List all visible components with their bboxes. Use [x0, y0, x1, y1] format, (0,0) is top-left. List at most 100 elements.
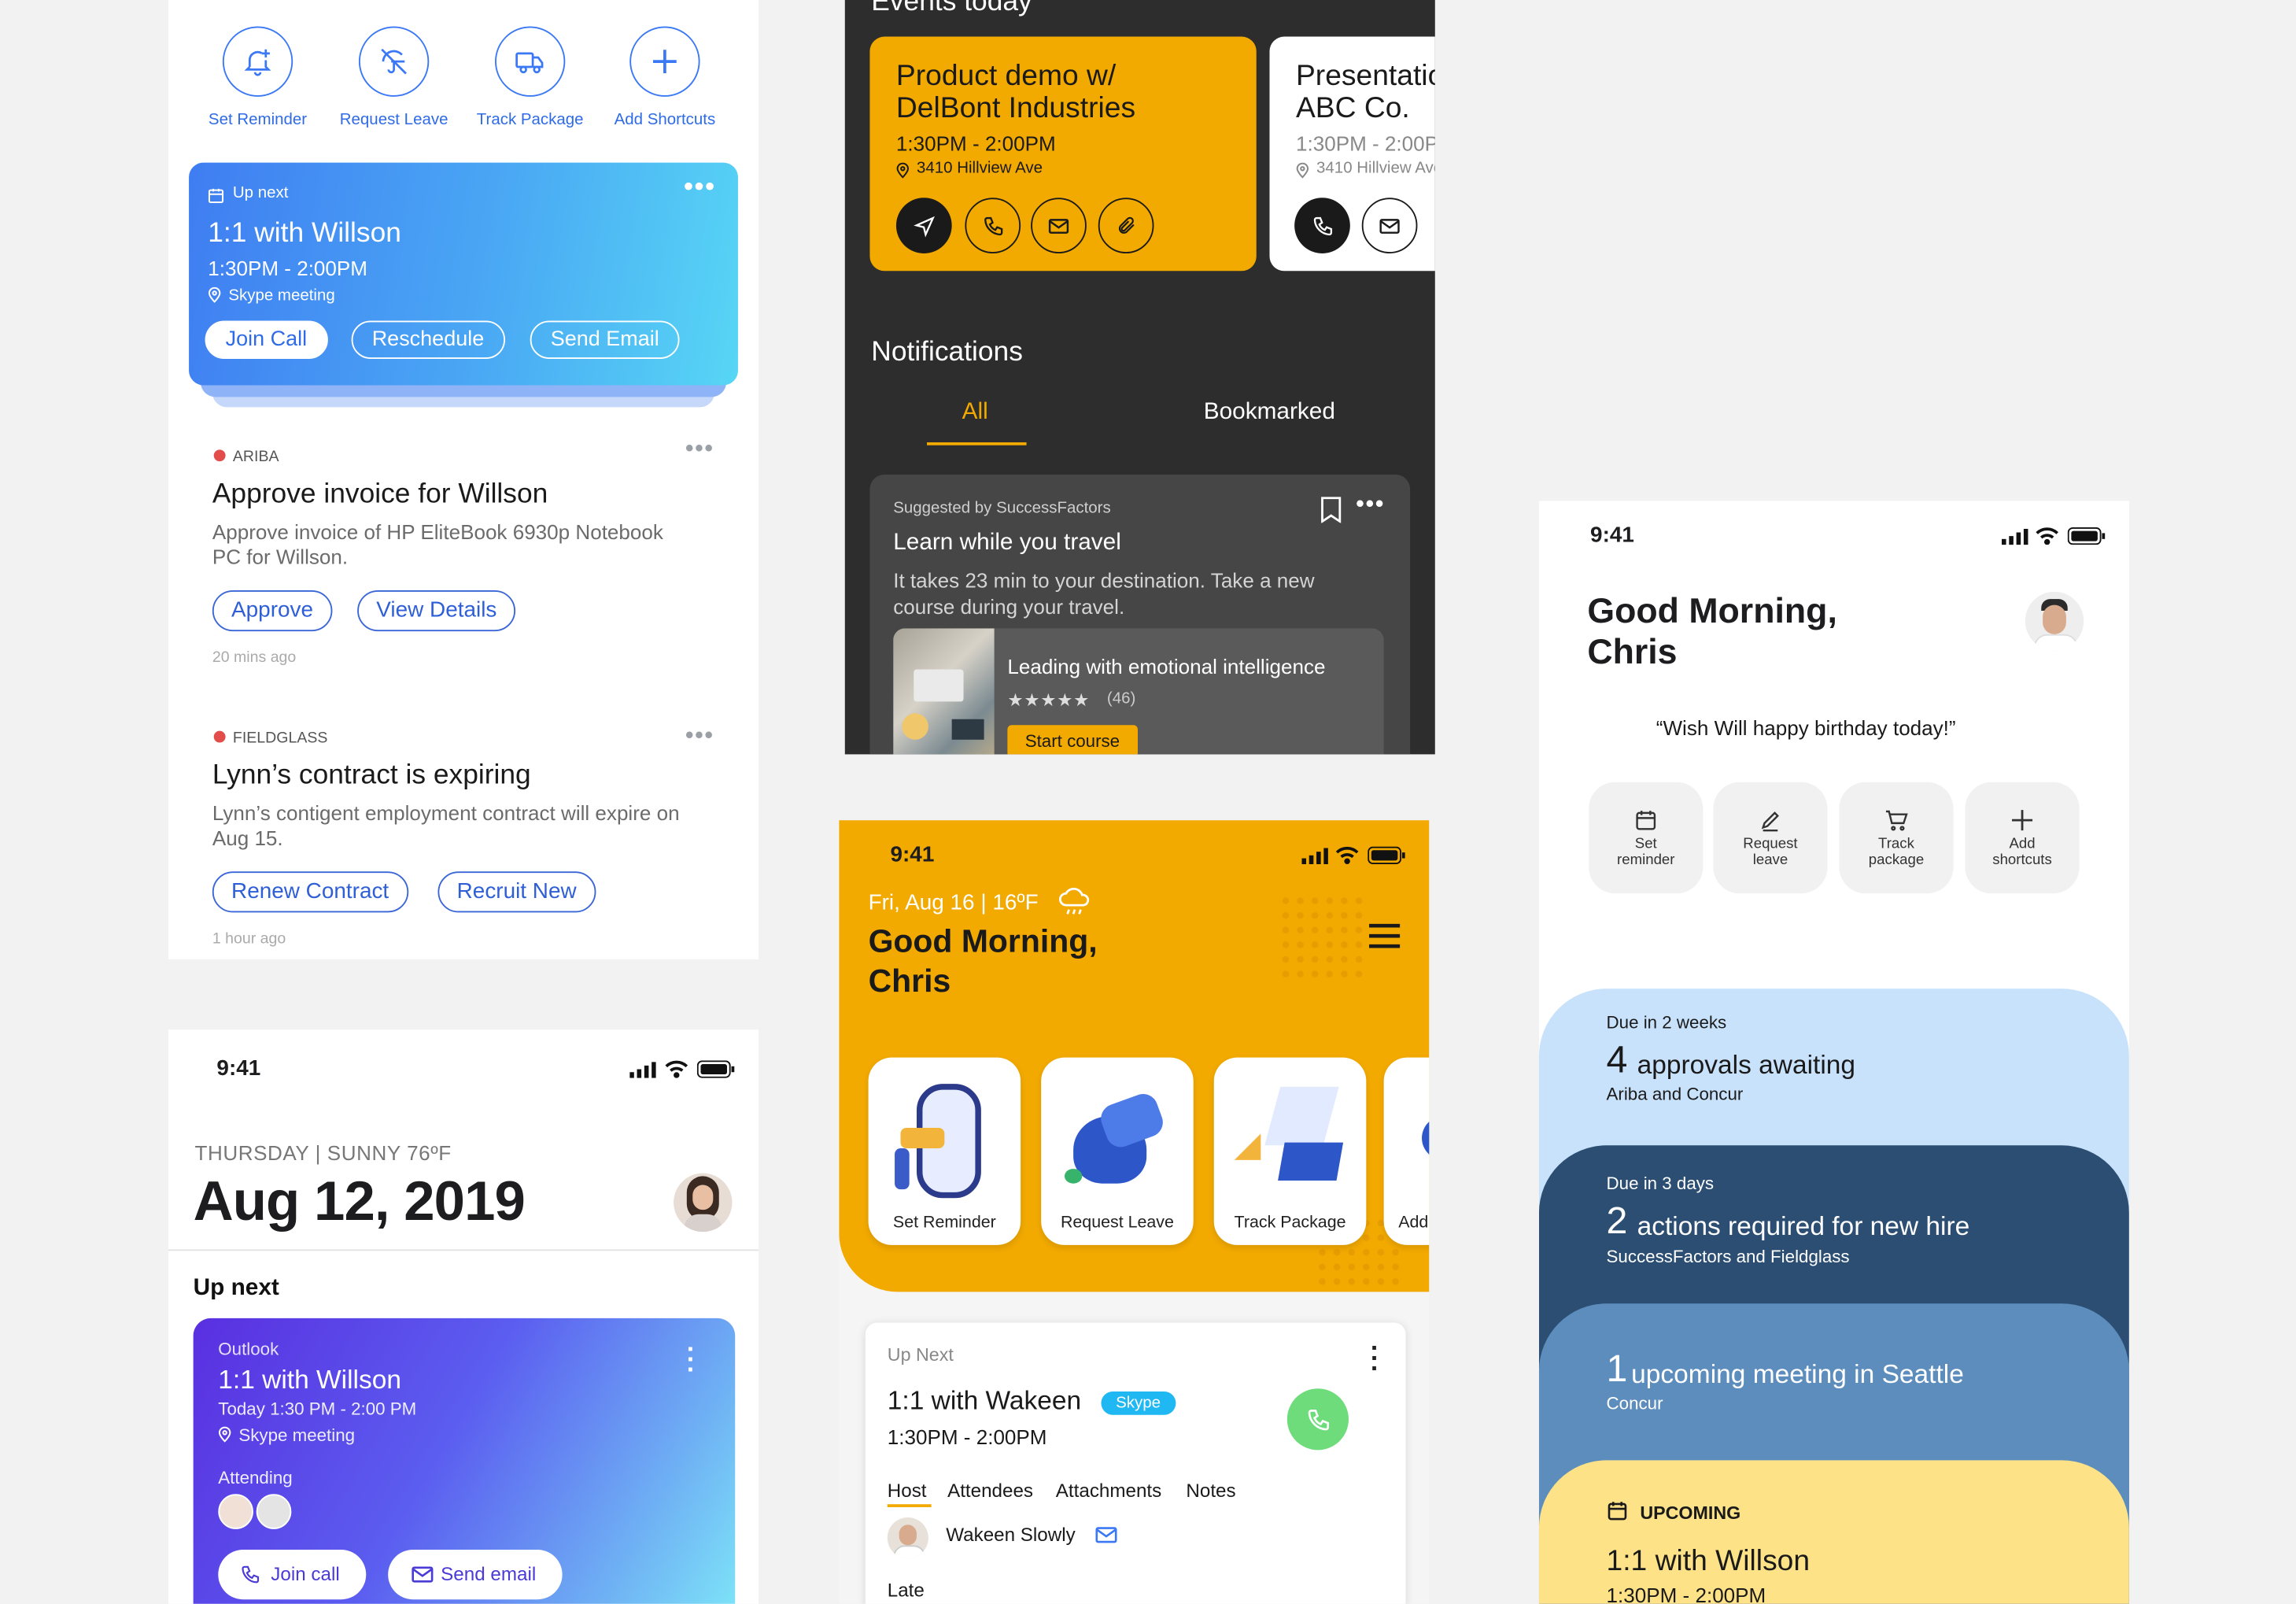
up-next-card[interactable]: Up next ••• 1:1 with Willson 1:30PM - 2:… — [189, 162, 738, 386]
calendar-icon — [208, 188, 224, 203]
active-tab-indicator — [887, 1504, 932, 1507]
course-title: Leading with emotional intelligence — [1007, 654, 1326, 678]
layer-sub: Ariba and Concur — [1606, 1084, 1744, 1105]
card-title: 1:1 with Wakeen — [887, 1385, 1082, 1415]
tab-attachments[interactable]: Attachments — [1056, 1480, 1161, 1502]
layer-count: 2 — [1606, 1198, 1628, 1243]
request-leave-action[interactable]: Request leave — [1713, 782, 1828, 894]
wifi-icon — [2036, 527, 2059, 545]
tab-notes[interactable]: Notes — [1186, 1480, 1235, 1502]
layer-text: upcoming meeting in Seattle — [1631, 1359, 1964, 1389]
attachment-button[interactable] — [1098, 198, 1154, 253]
set-reminder-action[interactable]: Set Reminder — [184, 26, 330, 129]
more-options-icon[interactable]: ••• — [684, 172, 716, 202]
cart-icon — [1885, 810, 1908, 831]
status-time: 9:41 — [216, 1055, 261, 1081]
panel-yellow-home: 9:41 Fri, Aug 16 | 16ºF Good Morning, Ch… — [839, 820, 1430, 1604]
set-reminder-action[interactable]: Set reminder — [1589, 782, 1704, 894]
source-dot — [213, 449, 226, 462]
more-options-icon[interactable]: ••• — [685, 437, 714, 463]
task-source: FIELDGLASS — [232, 729, 328, 748]
request-leave-shortcut[interactable]: Request Leave — [1041, 1057, 1194, 1245]
up-next-card[interactable]: Up Next · · · 1:1 with Wakeen Skype 1:30PM… — [865, 1322, 1406, 1604]
more-options-icon[interactable]: ••• — [685, 723, 714, 749]
action-label-line1: Request — [1743, 836, 1798, 853]
reschedule-button[interactable]: Reschedule — [351, 320, 505, 359]
umbrella-off-icon — [381, 48, 407, 75]
event-card[interactable]: Presentation ABC Co. 1:30PM - 2:00PM 341… — [1269, 36, 1435, 272]
hamburger-menu-icon[interactable] — [1368, 922, 1401, 948]
send-email-button[interactable]: Send email — [388, 1549, 563, 1600]
pencil-icon — [1761, 811, 1779, 832]
recruit-new-button[interactable]: Recruit New — [437, 871, 596, 913]
status-time: 9:41 — [890, 842, 935, 867]
add-shortcut[interactable]: Add — [1383, 1057, 1430, 1245]
location-pin-icon — [896, 162, 910, 179]
set-reminder-shortcut[interactable]: Set Reminder — [868, 1057, 1021, 1245]
more-options-icon[interactable]: ••• — [1356, 492, 1385, 518]
call-button[interactable] — [965, 198, 1021, 253]
source-dot — [213, 730, 226, 743]
task-timestamp: 20 mins ago — [212, 649, 297, 667]
phone-icon — [1307, 1409, 1329, 1430]
join-call-button[interactable]: Join call — [218, 1549, 367, 1600]
plus-icon — [2012, 810, 2033, 831]
date-heading: Aug 12, 2019 — [193, 1171, 526, 1233]
join-call-button[interactable]: Join Call — [205, 320, 328, 359]
layer-eyebrow: Due in 3 days — [1606, 1173, 1715, 1194]
phone-icon — [1312, 216, 1332, 235]
navigate-button[interactable] — [895, 198, 952, 253]
outlook-meeting-card[interactable]: Outlook · · · 1:1 with Willson Today 1:30 … — [193, 1318, 736, 1604]
greeting-line1: Good Morning, — [1587, 591, 1837, 632]
bookmark-icon[interactable] — [1321, 497, 1342, 523]
card-location: Skype meeting — [238, 1425, 356, 1446]
view-details-button[interactable]: View Details — [357, 589, 516, 632]
avatar[interactable] — [674, 1173, 733, 1233]
avatar[interactable] — [2025, 591, 2084, 651]
upcoming-layer[interactable]: UPCOMING 1:1 with Willson 1:30PM - 2:00P… — [1538, 1460, 2129, 1604]
suggestion-source: Suggested by SuccessFactors — [893, 499, 1111, 517]
course-item[interactable]: Leading with emotional intelligence ★★★★… — [893, 628, 1384, 755]
task-timestamp: 1 hour ago — [212, 930, 286, 948]
request-leave-action[interactable]: Request Leave — [321, 26, 467, 129]
task-desc-line1: Lynn’s contigent employment contract wil… — [212, 800, 680, 825]
track-package-shortcut[interactable]: Track Package — [1213, 1057, 1367, 1245]
start-course-button[interactable]: Start course — [1007, 725, 1138, 755]
email-button[interactable] — [1361, 198, 1418, 253]
send-email-button[interactable]: Send Email — [530, 320, 680, 359]
more-vertical-icon[interactable]: · · · — [1371, 1334, 1379, 1381]
shortcut-label: Request Leave — [1060, 1214, 1174, 1233]
mail-icon[interactable] — [1095, 1526, 1117, 1543]
mail-icon — [412, 1566, 434, 1583]
up-next-eyebrow: Up next — [232, 184, 289, 202]
tab-attendees[interactable]: Attendees — [947, 1480, 1033, 1502]
host-name: Wakeen Slowly — [946, 1523, 1076, 1546]
approve-button[interactable]: Approve — [212, 589, 333, 632]
call-button[interactable] — [1294, 198, 1350, 253]
greeting-line2: Chris — [868, 962, 951, 1000]
event-card[interactable]: Product demo w/ DelBont Industries 1:30P… — [869, 36, 1257, 272]
more-vertical-icon[interactable]: · · · — [687, 1336, 696, 1383]
add-shortcuts-action[interactable]: Add shortcuts — [1965, 782, 2080, 894]
suggestion-card[interactable]: Suggested by SuccessFactors ••• Learn wh… — [869, 474, 1411, 755]
track-package-action[interactable]: Track Package — [457, 26, 604, 129]
events-heading: Events today — [871, 0, 1032, 18]
tab-all[interactable]: All — [962, 400, 988, 426]
action-label-line1: Add — [2009, 836, 2036, 853]
event-title-line1: Presentation — [1295, 60, 1435, 93]
skype-badge: Skype — [1101, 1391, 1176, 1415]
truck-icon — [515, 52, 544, 74]
event-address: 3410 Hillview Ave — [916, 159, 1043, 178]
action-label-line1: Track — [1878, 836, 1914, 853]
tab-host[interactable]: Host — [888, 1480, 927, 1502]
active-tab-indicator — [927, 442, 1027, 445]
attending-label: Attending — [218, 1467, 293, 1488]
tab-bookmarked[interactable]: Bookmarked — [1204, 400, 1335, 426]
email-button[interactable] — [1031, 198, 1087, 253]
renew-contract-button[interactable]: Renew Contract — [212, 871, 408, 913]
call-button[interactable] — [1286, 1388, 1349, 1451]
layer-sub: 1:30PM - 2:00PM — [1606, 1583, 1766, 1604]
battery-icon — [1368, 846, 1405, 864]
add-shortcuts-action[interactable]: Add Shortcuts — [592, 26, 738, 129]
track-package-action[interactable]: Track package — [1839, 782, 1954, 894]
